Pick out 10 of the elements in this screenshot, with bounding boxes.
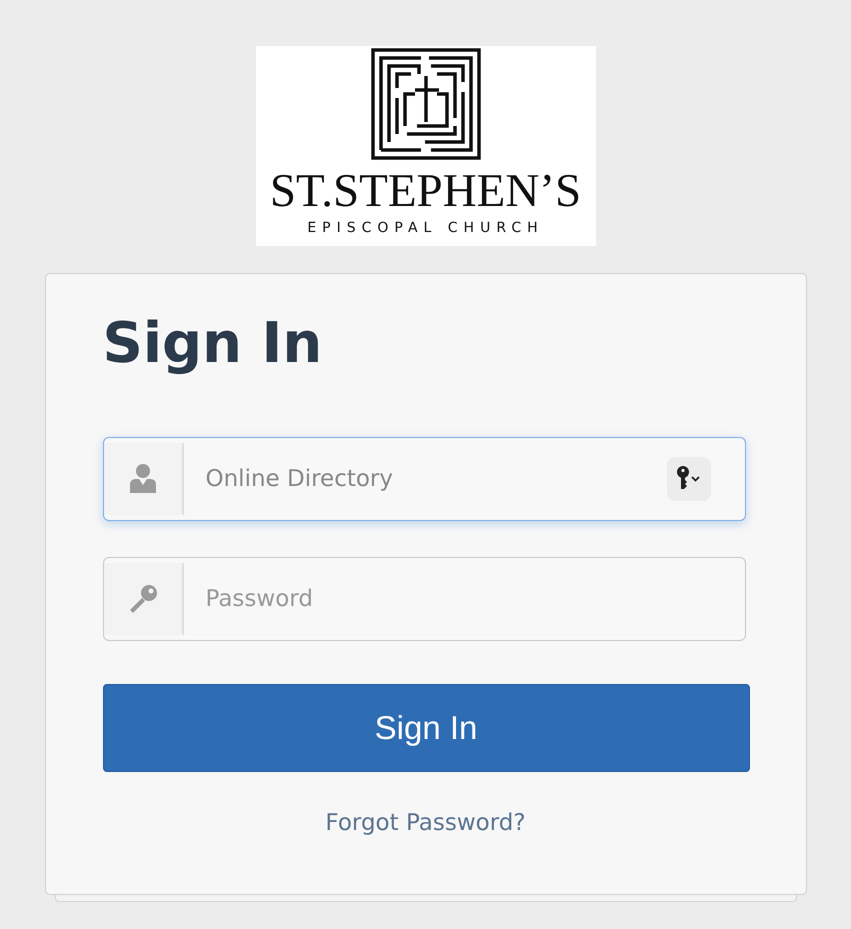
username-input[interactable]: Online Directory xyxy=(184,438,666,520)
password-manager-button[interactable] xyxy=(666,457,710,502)
forgot-password-link[interactable]: Forgot Password? xyxy=(325,810,526,836)
logo-name: ST.STEPHEN’S xyxy=(270,166,582,216)
username-field[interactable]: Online Directory xyxy=(102,437,746,522)
user-icon xyxy=(128,463,158,496)
logo-icon xyxy=(370,48,480,160)
sign-in-button[interactable]: Sign In xyxy=(102,684,750,772)
sign-in-heading: Sign In xyxy=(102,310,324,378)
logo-subtitle: EPISCOPAL CHURCH xyxy=(307,220,544,236)
